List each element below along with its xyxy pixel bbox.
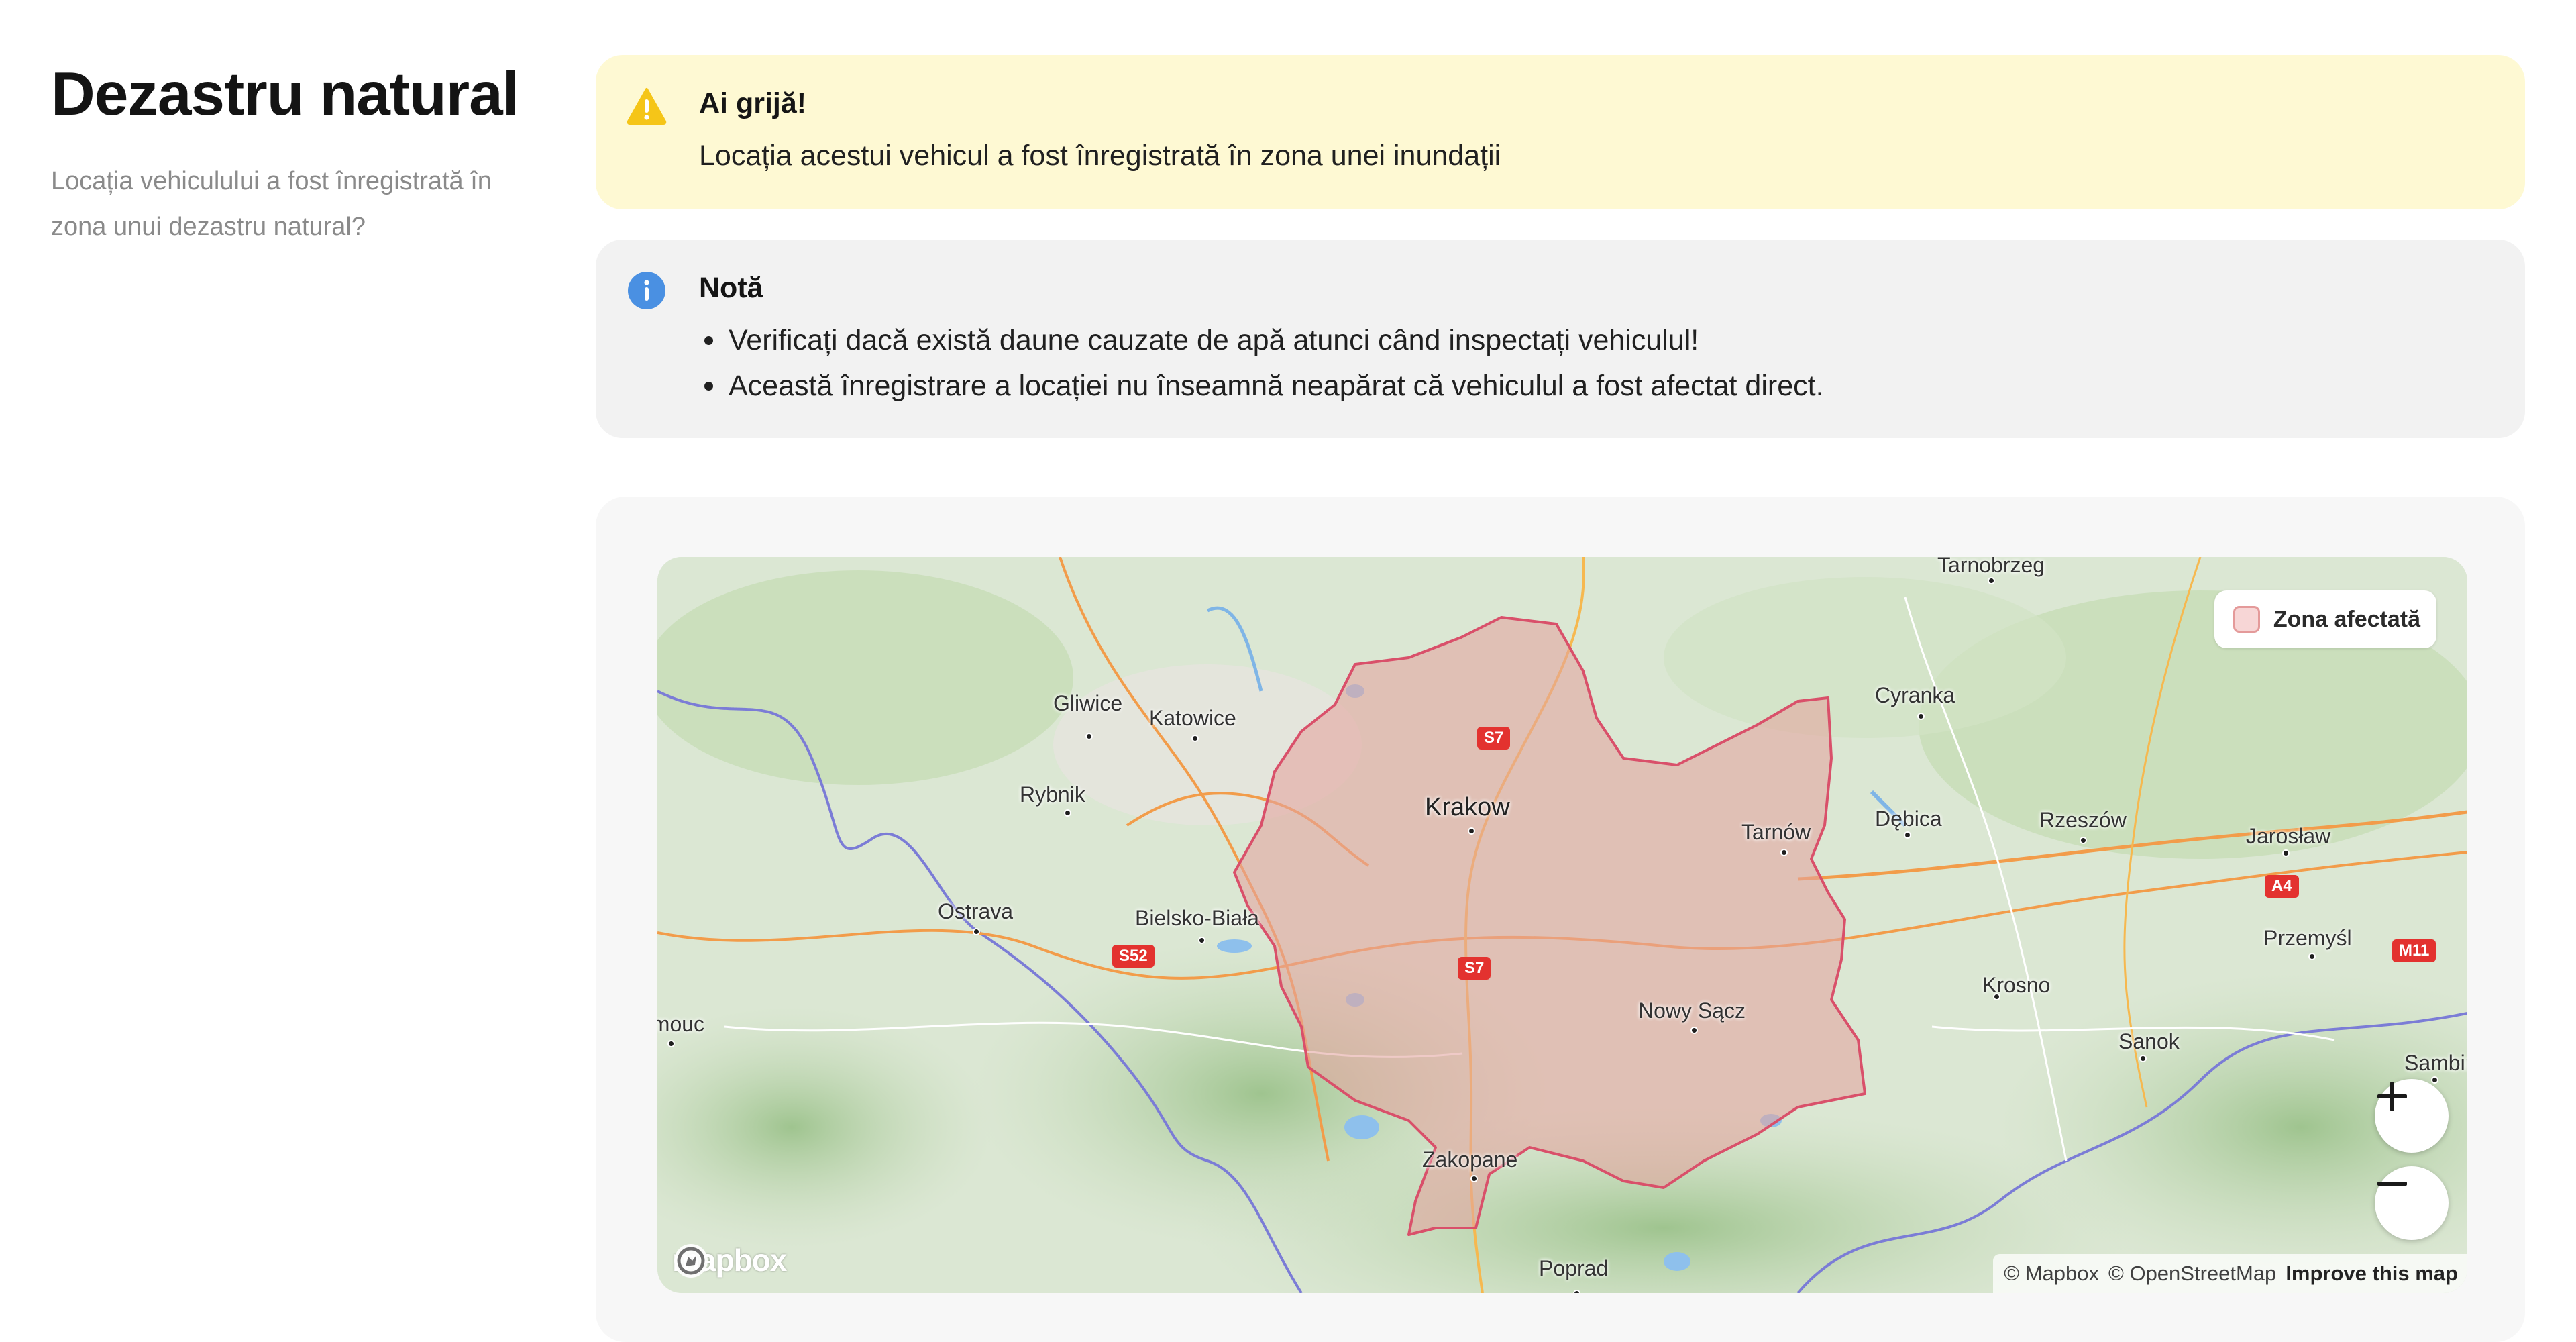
improve-map-link[interactable]: Improve this map [2286,1261,2458,1286]
map-city-label: Nowy Sącz [1638,998,1746,1023]
warning-triangle-icon [627,88,667,125]
map-city-label: Tarnów [1741,820,1811,844]
map-city-label: Jarosław [2246,824,2331,848]
zoom-out-button[interactable] [2375,1166,2449,1240]
map-attribution: © Mapbox © OpenStreetMap Improve this ma… [1993,1254,2467,1293]
legend-label: Zona afectată [2273,606,2420,632]
map-city-label: Olomouc [657,1012,705,1036]
page-subtitle: Locația vehiculului a fost înregistrată … [51,167,492,241]
warning-alert: Ai grijă! Locația acestui vehicul a fost… [596,55,2525,209]
minus-icon [2377,1182,2407,1186]
section-header: Dezastru natural Locația vehiculului a f… [51,58,534,250]
map-city-label: Krosno [1982,973,2051,997]
mapbox-logo[interactable]: mapbox [672,1242,787,1278]
map-city-label: Ostrava [938,899,1014,923]
note-item: Această înregistrare a locației nu însea… [699,363,2525,409]
zoom-in-button[interactable] [2375,1079,2449,1153]
road-shield: S7 [1458,957,1491,980]
map-city-label: Zakopane [1422,1147,1518,1172]
note-alert: Notă Verificați dacă există daune cauzat… [596,240,2525,438]
note-list: Verificați dacă există daune cauzate de … [699,317,2525,409]
warning-title: Ai grijă! [699,87,807,119]
attribution-osm-link[interactable]: © OpenStreetMap [2108,1261,2276,1286]
map-city-label: Gliwice [1053,691,1123,715]
map-city-label: Tarnobrzeg [1937,557,2045,577]
road-shield: A4 [2265,875,2299,898]
mapbox-logo-icon [674,1244,708,1278]
map-canvas[interactable] [657,557,2467,1293]
map-city-label: Przemyśl [2263,926,2352,950]
info-circle-icon [628,272,665,309]
map-city-label: Cyranka [1875,683,1955,707]
flood-zone-map[interactable]: Tarnobrzeg Gliwice Katowice Rybnik Krako… [657,557,2467,1293]
road-shield: S7 [1477,727,1511,750]
map-legend: Zona afectată [2214,590,2436,648]
map-city-label: Dębica [1875,807,1942,831]
map-city-label: Rybnik [1020,782,1085,807]
plus-icon [2377,1082,2407,1111]
note-title: Notă [699,272,763,304]
map-city-label: Krakow [1425,793,1510,821]
road-shield: M11 [2392,939,2436,962]
map-city-label: Rzeszów [2039,808,2127,832]
map-city-label: Sambir [2404,1051,2467,1075]
map-city-label: Katowice [1149,706,1236,730]
legend-swatch [2233,606,2260,633]
page-title: Dezastru natural [51,60,519,128]
map-city-label: Poprad [1539,1256,1609,1280]
note-item: Verificați dacă există daune cauzate de … [699,317,2525,363]
map-city-label: Sanok [2118,1029,2180,1053]
map-city-label: Bielsko-Biała [1135,906,1259,930]
road-shield: S52 [1112,945,1155,968]
attribution-mapbox-link[interactable]: © Mapbox [2004,1261,2099,1286]
warning-text: Locația acestui vehicul a fost înregistr… [699,140,1501,172]
